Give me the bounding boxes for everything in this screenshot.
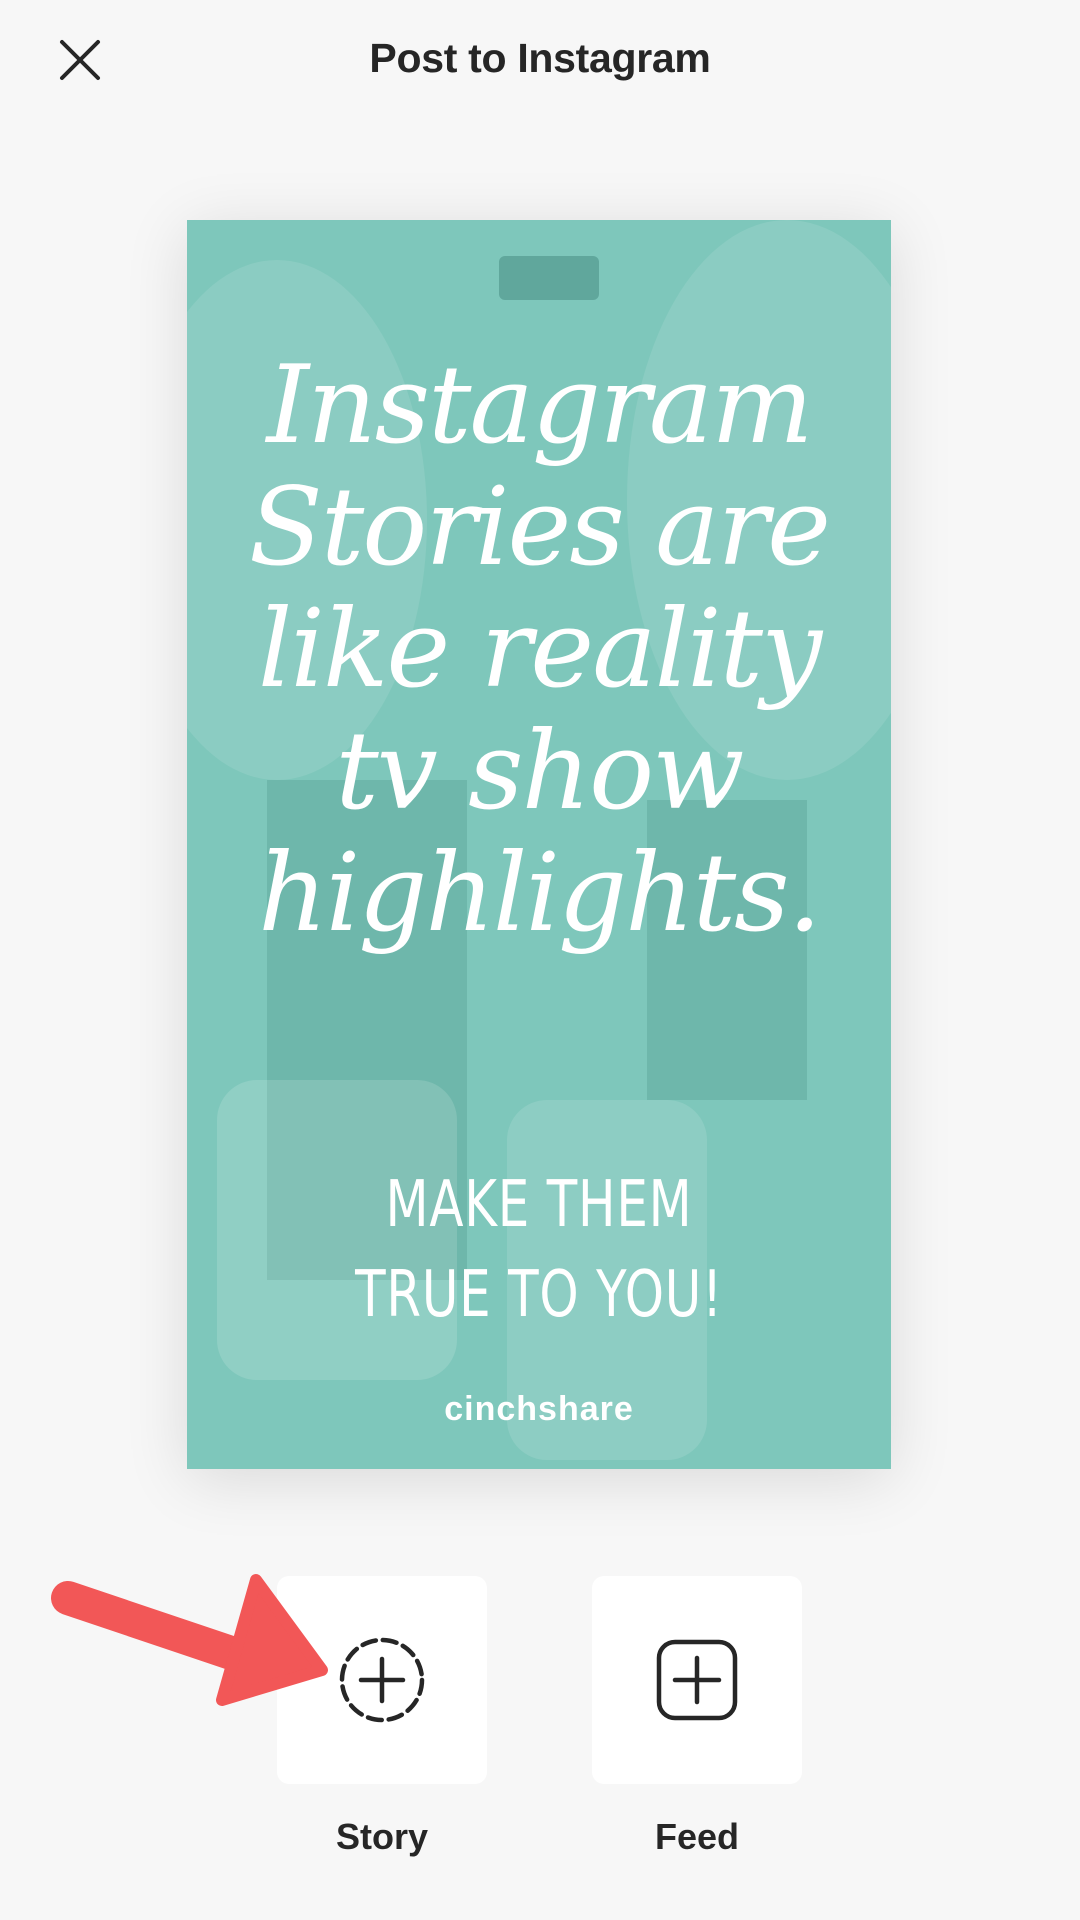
preview-headline-line: like reality (257, 587, 822, 712)
feed-label: Feed (654, 1816, 740, 1857)
preview-headline-line: tv show (335, 709, 744, 834)
post-to-instagram-screen: Post to Instagram Instagram Stories are … (0, 0, 1080, 1920)
preview-headline-line: highlights. (258, 831, 822, 956)
feed-add-icon (656, 1639, 738, 1721)
preview-headline-line: Instagram (266, 343, 814, 468)
story-label: Story (335, 1816, 429, 1857)
preview-headline-line: Stories are (248, 465, 831, 590)
story-preview-image: Instagram Stories are like reality tv sh… (187, 220, 891, 1469)
story-button[interactable] (277, 1576, 487, 1784)
preview-brand-logo: cinchshare (444, 1390, 634, 1428)
feed-button[interactable] (592, 1576, 802, 1784)
page-title: Post to Instagram (369, 35, 711, 81)
preview-subtext-line: MAKE THEM (385, 1168, 693, 1242)
preview-subtext-line: TRUE TO YOU! (355, 1258, 723, 1332)
preview-headline: Instagram Stories are like reality tv sh… (187, 345, 891, 955)
preview-subtext: MAKE THEM TRUE TO YOU! (264, 1160, 813, 1340)
preview-sign (499, 256, 599, 300)
story-add-icon (339, 1637, 425, 1723)
